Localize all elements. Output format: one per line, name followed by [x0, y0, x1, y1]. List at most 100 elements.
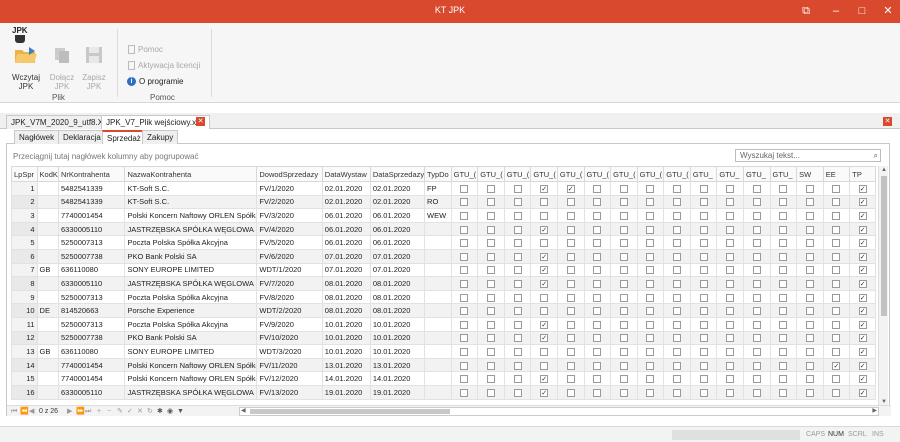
unchecked-checkbox[interactable] [566, 225, 575, 234]
unchecked-checkbox[interactable] [832, 320, 841, 329]
cell-nazwa[interactable]: Porsche Experience [124, 303, 258, 318]
cell-nr[interactable]: 7740001454 [58, 357, 126, 373]
cell-nazwa[interactable]: Poczta Polska Spółka Akcyjna [124, 289, 258, 305]
unchecked-checkbox[interactable] [460, 266, 469, 275]
unchecked-checkbox[interactable] [779, 225, 788, 234]
cell-dw[interactable]: 13.01.2020 [321, 357, 371, 373]
unchecked-checkbox[interactable] [460, 334, 469, 343]
unchecked-checkbox[interactable] [593, 198, 602, 207]
unchecked-checkbox[interactable] [832, 252, 841, 261]
unchecked-checkbox[interactable] [752, 375, 761, 384]
checked-checkbox[interactable]: ✓ [858, 320, 867, 329]
unchecked-checkbox[interactable] [460, 307, 469, 316]
table-row[interactable]: 2 5482541339 KT-Soft S.C. FV/2/2020 02.01.20… [11, 194, 876, 210]
unchecked-checkbox[interactable] [779, 307, 788, 316]
tab-naglowek[interactable]: Nagłówek [14, 130, 60, 144]
horizontal-scrollbar[interactable]: ◀ ▶ [239, 407, 879, 416]
unchecked-checkbox[interactable] [699, 252, 708, 261]
cell-nazwa[interactable]: JASTRZĘBSKA SPÓŁKA WĘGLOWA S.A. [124, 221, 258, 237]
unchecked-checkbox[interactable] [832, 266, 841, 275]
unchecked-checkbox[interactable] [699, 239, 708, 248]
unchecked-checkbox[interactable] [805, 198, 814, 207]
unchecked-checkbox[interactable] [752, 293, 761, 302]
unchecked-checkbox[interactable] [726, 225, 735, 234]
checked-checkbox[interactable]: ✓ [540, 320, 549, 329]
cell-kod[interactable] [36, 289, 60, 305]
unchecked-checkbox[interactable] [513, 211, 522, 220]
table-row[interactable]: 10 DE 814520663 Porsche Experience WDT/2/202… [11, 303, 876, 318]
unchecked-checkbox[interactable] [540, 361, 549, 370]
cell-nr[interactable]: 5250007738 [58, 248, 126, 264]
unchecked-checkbox[interactable] [646, 375, 655, 384]
unchecked-checkbox[interactable] [566, 361, 575, 370]
unchecked-checkbox[interactable] [619, 279, 628, 288]
cell-nazwa[interactable]: Polski Koncern Naftowy ORLEN Spółka Akcy… [124, 208, 258, 223]
unchecked-checkbox[interactable] [779, 252, 788, 261]
unchecked-checkbox[interactable] [566, 347, 575, 356]
unchecked-checkbox[interactable] [832, 239, 841, 248]
cell-typ[interactable] [424, 384, 452, 400]
unchecked-checkbox[interactable] [805, 388, 814, 397]
unchecked-checkbox[interactable] [619, 225, 628, 234]
bookmark-icon[interactable]: ✱ [157, 407, 163, 416]
unchecked-checkbox[interactable] [460, 375, 469, 384]
cell-lp[interactable]: 8 [11, 276, 38, 291]
cell-dowod[interactable]: FV/11/2020 [256, 357, 323, 373]
unchecked-checkbox[interactable] [805, 252, 814, 261]
append-jpk-button[interactable]: Dołącz JPK [45, 43, 79, 91]
unchecked-checkbox[interactable] [752, 307, 761, 316]
cell-lp[interactable]: 3 [11, 208, 38, 223]
unchecked-checkbox[interactable] [646, 198, 655, 207]
unchecked-checkbox[interactable] [513, 375, 522, 384]
unchecked-checkbox[interactable] [513, 307, 522, 316]
restore-icon[interactable]: ⧉ [796, 3, 816, 19]
column-header[interactable]: KodKr [36, 166, 60, 182]
unchecked-checkbox[interactable] [513, 184, 522, 193]
unchecked-checkbox[interactable] [673, 279, 682, 288]
close-document-icon[interactable]: ✕ [196, 117, 205, 126]
unchecked-checkbox[interactable] [673, 266, 682, 275]
checked-checkbox[interactable]: ✓ [540, 375, 549, 384]
cell-typ[interactable]: WEW [424, 208, 452, 223]
cell-nazwa[interactable]: JASTRZĘBSKA SPÓŁKA WĘGLOWA S.A. [124, 384, 258, 400]
checked-checkbox[interactable]: ✓ [540, 388, 549, 397]
unchecked-checkbox[interactable] [593, 239, 602, 248]
unchecked-checkbox[interactable] [646, 184, 655, 193]
unchecked-checkbox[interactable] [699, 347, 708, 356]
cell-dw[interactable]: 06.01.2020 [321, 208, 371, 223]
unchecked-checkbox[interactable] [593, 252, 602, 261]
checked-checkbox[interactable]: ✓ [858, 388, 867, 397]
column-header[interactable]: DataSprzedazy [369, 166, 426, 182]
unchecked-checkbox[interactable] [699, 361, 708, 370]
unchecked-checkbox[interactable] [486, 388, 495, 397]
save-jpk-button[interactable]: Zapisz JPK [77, 43, 111, 91]
unchecked-checkbox[interactable] [646, 388, 655, 397]
column-header[interactable]: GTU_( [530, 166, 558, 182]
cell-dowod[interactable]: FV/13/2020 [256, 384, 323, 400]
cell-lp[interactable]: 2 [11, 194, 38, 210]
cell-typ[interactable]: FP [424, 181, 452, 196]
unchecked-checkbox[interactable] [726, 211, 735, 220]
unchecked-checkbox[interactable] [779, 293, 788, 302]
unchecked-checkbox[interactable] [832, 375, 841, 384]
scroll-up-icon[interactable]: ▲ [879, 166, 889, 174]
unchecked-checkbox[interactable] [699, 266, 708, 275]
cell-nr[interactable]: 5482541339 [58, 194, 126, 210]
unchecked-checkbox[interactable] [619, 252, 628, 261]
unchecked-checkbox[interactable] [540, 347, 549, 356]
unchecked-checkbox[interactable] [779, 211, 788, 220]
unchecked-checkbox[interactable] [646, 320, 655, 329]
cell-typ[interactable] [424, 221, 452, 237]
unchecked-checkbox[interactable] [726, 375, 735, 384]
unchecked-checkbox[interactable] [593, 225, 602, 234]
cell-dw[interactable]: 08.01.2020 [321, 289, 371, 305]
cell-typ[interactable] [424, 344, 452, 359]
cell-typ[interactable] [424, 316, 452, 332]
unchecked-checkbox[interactable] [566, 266, 575, 275]
unchecked-checkbox[interactable] [593, 307, 602, 316]
unchecked-checkbox[interactable] [646, 225, 655, 234]
unchecked-checkbox[interactable] [646, 252, 655, 261]
horizontal-scroll-thumb[interactable] [250, 409, 450, 414]
checked-checkbox[interactable]: ✓ [540, 334, 549, 343]
cell-dowod[interactable]: FV/3/2020 [256, 208, 323, 223]
